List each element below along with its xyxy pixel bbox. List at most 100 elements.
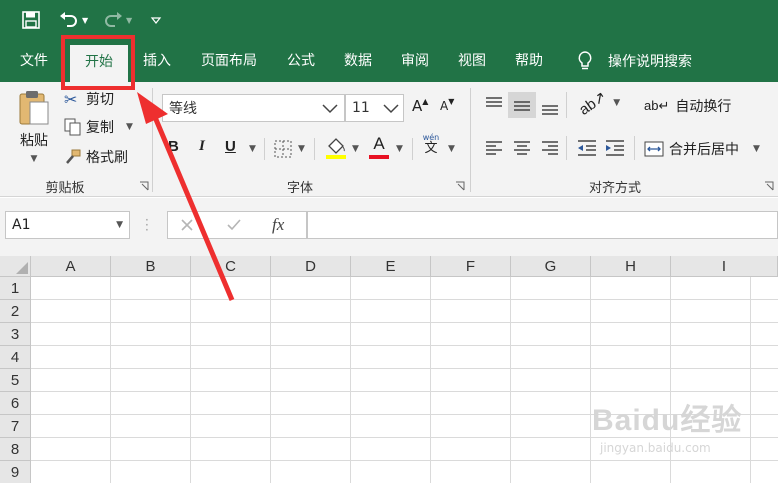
- phonetic-guide-button[interactable]: wén 文: [420, 134, 442, 156]
- tab-data[interactable]: 数据: [335, 40, 381, 82]
- align-bottom-icon[interactable]: [540, 100, 560, 116]
- tab-review[interactable]: 审阅: [392, 40, 438, 82]
- align-center-icon[interactable]: [512, 140, 532, 156]
- tab-insert[interactable]: 插入: [134, 40, 180, 82]
- cut-label: 剪切: [86, 92, 114, 108]
- align-left-icon[interactable]: [484, 140, 504, 156]
- chevron-down-icon: [322, 104, 338, 114]
- save-icon[interactable]: [22, 8, 40, 32]
- merge-center-button[interactable]: 合并后居中 ▼: [644, 137, 760, 161]
- row-header[interactable]: 8: [0, 438, 31, 461]
- row-header[interactable]: 5: [0, 369, 31, 392]
- insert-function-icon[interactable]: fx: [272, 215, 284, 235]
- column-header[interactable]: F: [431, 256, 511, 277]
- customize-qat-icon[interactable]: [150, 8, 162, 32]
- formula-input[interactable]: [307, 211, 778, 239]
- copy-dropdown-icon[interactable]: ▼: [126, 122, 133, 132]
- row-header[interactable]: 4: [0, 346, 31, 369]
- wrap-text-button[interactable]: ab↵ 自动换行: [644, 94, 731, 118]
- row-header[interactable]: 2: [0, 300, 31, 323]
- borders-icon[interactable]: [274, 140, 292, 158]
- merge-dropdown-icon[interactable]: ▼: [753, 144, 760, 154]
- grow-font-label: A: [412, 97, 423, 115]
- tell-me-search[interactable]: 操作说明搜索: [576, 40, 692, 82]
- grow-font-button[interactable]: A ▲: [412, 97, 428, 116]
- select-all-corner[interactable]: [0, 256, 31, 277]
- clipboard-group-label: 剪贴板: [45, 181, 85, 196]
- format-painter-button[interactable]: 格式刷: [64, 146, 128, 168]
- tab-page-layout[interactable]: 页面布局: [192, 40, 266, 82]
- tab-file[interactable]: 文件: [10, 40, 58, 82]
- column-header[interactable]: G: [511, 256, 591, 277]
- bold-button[interactable]: B: [168, 138, 179, 155]
- column-header[interactable]: B: [111, 256, 191, 277]
- font-size-select[interactable]: 11: [345, 94, 404, 122]
- baidu-watermark: Baidu经验 jingyan.baidu.com: [592, 395, 742, 455]
- redo-dropdown-icon[interactable]: ▼: [126, 8, 132, 32]
- align-right-icon[interactable]: [540, 140, 560, 156]
- phonetic-dropdown-icon[interactable]: ▼: [448, 144, 455, 154]
- align-middle-button[interactable]: [508, 92, 536, 118]
- tab-formulas[interactable]: 公式: [278, 40, 324, 82]
- ribbon-home: 粘贴 ▼ ✂ 剪切 复制 ▼ 格式刷 剪贴板 等线 11 A ▲ A ▼ B I U…: [0, 82, 778, 197]
- scissors-icon: ✂: [64, 89, 78, 109]
- font-launcher-icon[interactable]: [455, 181, 465, 191]
- formula-bar-grip[interactable]: · · ·: [145, 214, 149, 236]
- orientation-icon: ab↗: [576, 88, 610, 119]
- column-header[interactable]: D: [271, 256, 351, 277]
- orientation-button[interactable]: ab↗ ▼: [576, 88, 620, 119]
- decrease-indent-icon[interactable]: [576, 139, 598, 157]
- align-top-icon[interactable]: [484, 96, 504, 112]
- fill-color-icon[interactable]: [325, 136, 347, 160]
- borders-dropdown-icon[interactable]: ▼: [298, 144, 305, 154]
- underline-button[interactable]: U: [225, 138, 236, 155]
- watermark-url: jingyan.baidu.com: [600, 441, 711, 455]
- tab-view[interactable]: 视图: [449, 40, 495, 82]
- enter-check-icon[interactable]: [226, 218, 242, 232]
- row-header[interactable]: 1: [0, 277, 31, 300]
- cancel-icon[interactable]: [180, 218, 194, 232]
- orientation-dropdown-icon[interactable]: ▼: [613, 98, 620, 108]
- font-name-select[interactable]: 等线: [162, 94, 345, 122]
- italic-button[interactable]: I: [199, 138, 205, 155]
- clipboard-launcher-icon[interactable]: [139, 181, 149, 191]
- font-color-dropdown-icon[interactable]: ▼: [396, 144, 403, 154]
- clipboard-icon: [19, 91, 49, 125]
- separator: [566, 92, 567, 118]
- alignment-launcher-icon[interactable]: [764, 181, 774, 191]
- increase-indent-icon[interactable]: [604, 139, 626, 157]
- name-box[interactable]: A1 ▼: [5, 211, 130, 239]
- paste-dropdown-icon[interactable]: ▼: [31, 154, 38, 164]
- underline-dropdown-icon[interactable]: ▼: [249, 144, 256, 154]
- shrink-font-button[interactable]: A ▼: [440, 97, 454, 114]
- cut-button[interactable]: ✂ 剪切: [64, 88, 114, 110]
- wrap-text-label: 自动换行: [675, 99, 732, 115]
- column-header[interactable]: A: [31, 256, 111, 277]
- chevron-down-icon: [383, 104, 399, 114]
- copy-icon: [64, 118, 81, 136]
- title-bar: ▼ ▼: [0, 0, 778, 40]
- redo-icon[interactable]: [102, 8, 124, 32]
- separator: [412, 138, 413, 160]
- column-header[interactable]: E: [351, 256, 431, 277]
- undo-dropdown-icon[interactable]: ▼: [82, 8, 88, 32]
- row-header[interactable]: 9: [0, 461, 31, 483]
- phonetic-char: 文: [424, 141, 438, 156]
- row-header[interactable]: 6: [0, 392, 31, 415]
- undo-icon[interactable]: [58, 8, 80, 32]
- fill-color-dropdown-icon[interactable]: ▼: [352, 144, 359, 154]
- name-box-value: A1: [12, 217, 31, 233]
- formula-buttons: fx: [167, 211, 307, 239]
- row-header[interactable]: 3: [0, 323, 31, 346]
- row-header[interactable]: 7: [0, 415, 31, 438]
- paste-button[interactable]: 粘贴 ▼: [14, 88, 54, 168]
- wrap-text-icon: ab↵: [644, 98, 670, 113]
- name-box-dropdown-icon[interactable]: ▼: [116, 212, 123, 238]
- separator: [314, 138, 315, 160]
- copy-button[interactable]: 复制 ▼: [64, 116, 133, 138]
- column-header[interactable]: I: [671, 256, 778, 277]
- column-header[interactable]: H: [591, 256, 671, 277]
- font-color-button[interactable]: A: [368, 134, 390, 160]
- tab-help[interactable]: 帮助: [506, 40, 552, 82]
- column-header[interactable]: C: [191, 256, 271, 277]
